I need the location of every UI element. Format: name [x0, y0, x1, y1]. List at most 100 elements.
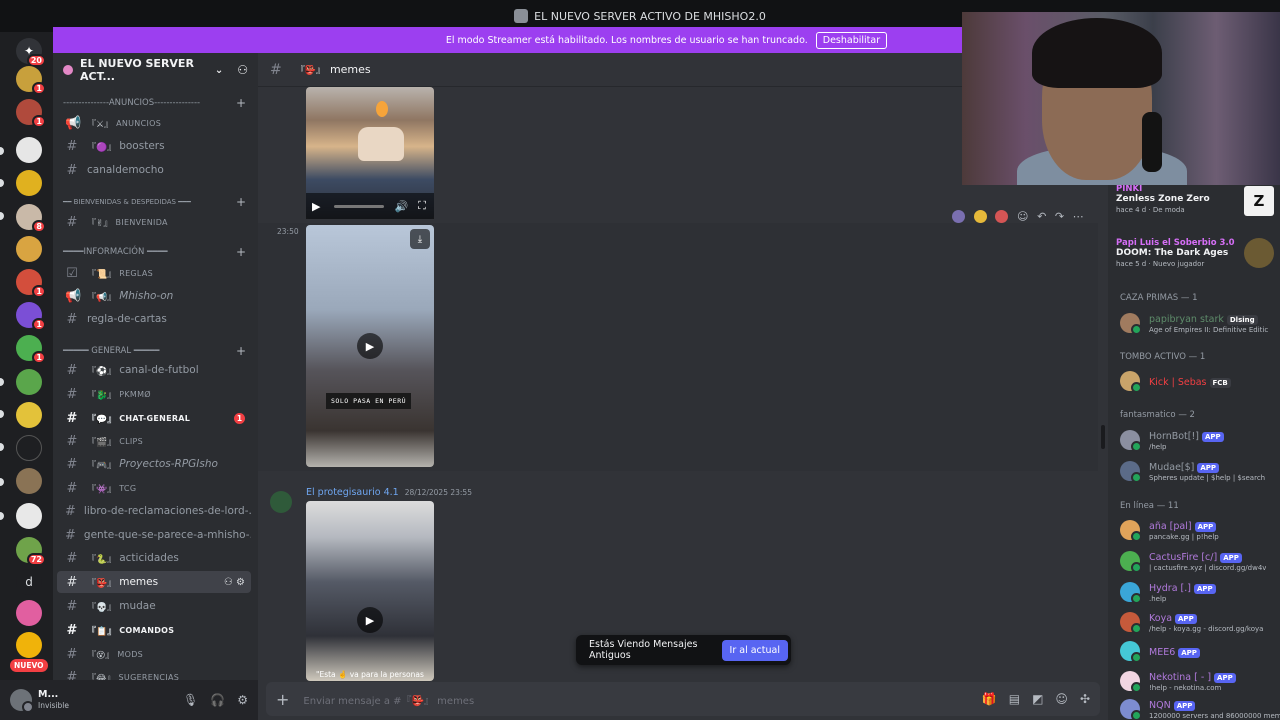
emoji-icon[interactable]: ☺ [1055, 692, 1068, 706]
channel-mhisho-on[interactable]: 📢 『📢』 Mhisho-on [57, 285, 251, 307]
invite-icon[interactable]: ⚇ [237, 63, 248, 77]
server-icon[interactable]: d [16, 569, 42, 595]
sticker-icon[interactable]: ◩ [1032, 692, 1043, 706]
server-icon[interactable] [16, 170, 42, 196]
add-reaction-icon[interactable]: ☺ [1017, 210, 1028, 223]
channel-reglas[interactable]: ☑ 『📜』 REGLAS [57, 262, 251, 284]
microphone-icon[interactable]: 🎙 [183, 693, 198, 707]
server-icon[interactable]: 1 [16, 302, 46, 331]
scrollbar[interactable] [1101, 425, 1105, 449]
message-input[interactable]: Enviar mensaje a #『👺』 memes [303, 692, 969, 707]
member-item[interactable]: Mudae[$] APP Spheres update | $help | $sea… [1120, 458, 1280, 484]
member-item[interactable]: Koya APP/help - koya.gg - discord.gg/koya [1120, 609, 1280, 635]
server-icon[interactable] [16, 137, 42, 163]
reaction-icon[interactable] [995, 209, 1009, 223]
member-item[interactable]: aña [pal] APP pancake.gg | p!help [1120, 517, 1280, 543]
server-icon[interactable]: 1 [16, 335, 46, 364]
server-icon[interactable]: 1 [16, 66, 46, 95]
gif-icon[interactable]: ▤ [1009, 692, 1020, 706]
channel-mods[interactable]: # 『😵』 MODS [57, 643, 251, 665]
channel-canaldemocho[interactable]: # canaldemocho [57, 159, 251, 181]
server-icon[interactable] [16, 402, 42, 428]
channel-anuncios[interactable]: 📢 『⚔』 ANUNCIOS [57, 112, 251, 134]
forward-icon[interactable]: ↷ [1055, 210, 1064, 223]
add-channel-icon[interactable]: + [236, 245, 246, 259]
hash-icon: # [66, 598, 78, 614]
member-item[interactable]: papibryan stark Dlsing Age of Empires II: … [1120, 310, 1280, 336]
server-header[interactable]: EL NUEVO SERVER ACT... ⌄ ⚇ [53, 53, 258, 87]
headphones-icon[interactable]: 🎧 [210, 693, 225, 707]
reply-icon[interactable]: ↶ [1037, 210, 1046, 223]
channel-memes[interactable]: # 『👺』 memes ⚇ ⚙ [57, 571, 251, 593]
server-icon[interactable]: 1 [16, 269, 46, 298]
category-general[interactable]: ━━━━━ GENERAL ━━━━━ + [63, 344, 250, 358]
member-item[interactable]: HornBot[!] APP/help [1120, 427, 1280, 453]
channel-libro-de-reclamaciones[interactable]: # libro-de-reclamaciones-de-lord-... [57, 500, 251, 522]
play-icon[interactable]: ▶ [357, 333, 383, 359]
disable-button[interactable]: Deshabilitar [815, 31, 888, 49]
server-icon[interactable]: 72 [16, 537, 46, 566]
channel-boosters[interactable]: # 『🟣』 boosters [57, 135, 251, 157]
member-item[interactable]: MEE6 APP [1120, 638, 1280, 664]
channel-mudae[interactable]: # 『💀』 mudae [57, 595, 251, 617]
channel-bienvenida[interactable]: # 『✌』 BIENVENIDA [57, 211, 251, 233]
gear-icon[interactable]: ⚙ [237, 693, 248, 707]
server-icon[interactable] [16, 236, 42, 262]
message-author[interactable]: El protegisaurio 4.1 [306, 487, 399, 498]
server-icon[interactable] [16, 600, 42, 626]
channel-chat-general[interactable]: # 『💬』 CHAT-GENERAL 1 [57, 407, 251, 429]
category-informacion[interactable]: ━━━━INFORMACIÓN ━━━━ + [63, 245, 250, 259]
channel-gente-que-se-parece[interactable]: # gente-que-se-parece-a-mhisho-... [57, 524, 251, 546]
channel-canal-de-futbol[interactable]: # 『⚽』 canal-de-futbol [57, 359, 251, 381]
channel-regla-de-cartas[interactable]: # regla-de-cartas [57, 308, 251, 330]
channel-acticidades[interactable]: # 『🐍』 acticidades [57, 547, 251, 569]
channel-tcg[interactable]: # 『👾』 TCG [57, 477, 251, 499]
channel-comandos[interactable]: # 『📋』 COMANDOS [57, 619, 251, 641]
video-attachment[interactable]: ⤓ ▶ SOLO PASA EN PERÚ [306, 225, 434, 467]
reaction-icon[interactable] [973, 209, 987, 223]
channel-proyectos-rpgisho[interactable]: # 『🎮』 Proyectos-RPGIsho [57, 453, 251, 475]
server-icon[interactable] [16, 632, 42, 658]
channel-settings-icon[interactable]: ⚇ ⚙ [224, 577, 245, 588]
add-channel-icon[interactable]: + [236, 195, 246, 209]
server-icon[interactable]: 8 [16, 204, 46, 233]
apps-icon[interactable]: ✣ [1080, 692, 1090, 706]
channel-clips[interactable]: # 『🎬』 CLIPS [57, 430, 251, 452]
fullscreen-icon[interactable]: ⛶ [418, 199, 426, 213]
unread-indicator [0, 512, 4, 520]
member-item[interactable]: NQN APP 1200000 servers and 86000000 mem [1120, 696, 1280, 720]
app-tag: APP [1193, 583, 1216, 594]
more-icon[interactable]: ⋯ [1073, 210, 1084, 223]
server-icon[interactable] [16, 369, 42, 395]
member-item[interactable]: Nekotina [ - ] APP !help - nekotina.com [1120, 668, 1280, 694]
server-icon[interactable]: 1 [16, 99, 46, 128]
play-icon[interactable]: ▶ [357, 607, 383, 633]
member-item[interactable]: CactusFire [c/] APP | cactusfire.xyz | dis… [1120, 548, 1280, 574]
add-channel-icon[interactable]: + [236, 96, 246, 110]
server-icon[interactable] [16, 435, 42, 461]
unread-indicator [0, 179, 4, 187]
jump-to-present-button[interactable]: Ir al actual [721, 639, 788, 661]
avatar[interactable] [10, 689, 34, 713]
video-attachment[interactable]: ▶ "Esta 🤞 va para la personas [306, 501, 434, 681]
message-composer[interactable]: + Enviar mensaje a #『👺』 memes 🎁 ▤ ◩ ☺ ✣ [266, 682, 1100, 716]
category-bienvenidas[interactable]: ━━ BIENVENIDAS & DESPEDIDAS ━━━ + [63, 195, 250, 209]
member-item[interactable]: Hydra [.] APP .help [1120, 579, 1280, 605]
download-icon[interactable]: ⤓ [410, 229, 430, 249]
home-discord-icon[interactable]: ✦ 20 [16, 38, 46, 67]
add-channel-icon[interactable]: + [236, 344, 246, 358]
play-icon[interactable]: ▶ [312, 200, 320, 213]
channel-pkmmo[interactable]: # 『🐉』 PKMMØ [57, 383, 251, 405]
avatar[interactable] [270, 491, 292, 513]
category-anuncios[interactable]: ---------------ANUNCIOS--------------- + [63, 96, 250, 110]
volume-icon[interactable]: 🔊 [394, 200, 408, 213]
unread-indicator [0, 212, 4, 220]
member-item[interactable]: Kick | Sebas FCB [1120, 368, 1280, 394]
progress-bar[interactable] [334, 204, 385, 208]
reaction-icon[interactable] [952, 209, 966, 223]
server-icon[interactable] [16, 468, 42, 494]
gift-icon[interactable]: 🎁 [982, 692, 997, 706]
app-tag: APP [1178, 647, 1200, 658]
add-attachment-icon[interactable]: + [276, 690, 289, 709]
server-icon[interactable] [16, 503, 42, 529]
